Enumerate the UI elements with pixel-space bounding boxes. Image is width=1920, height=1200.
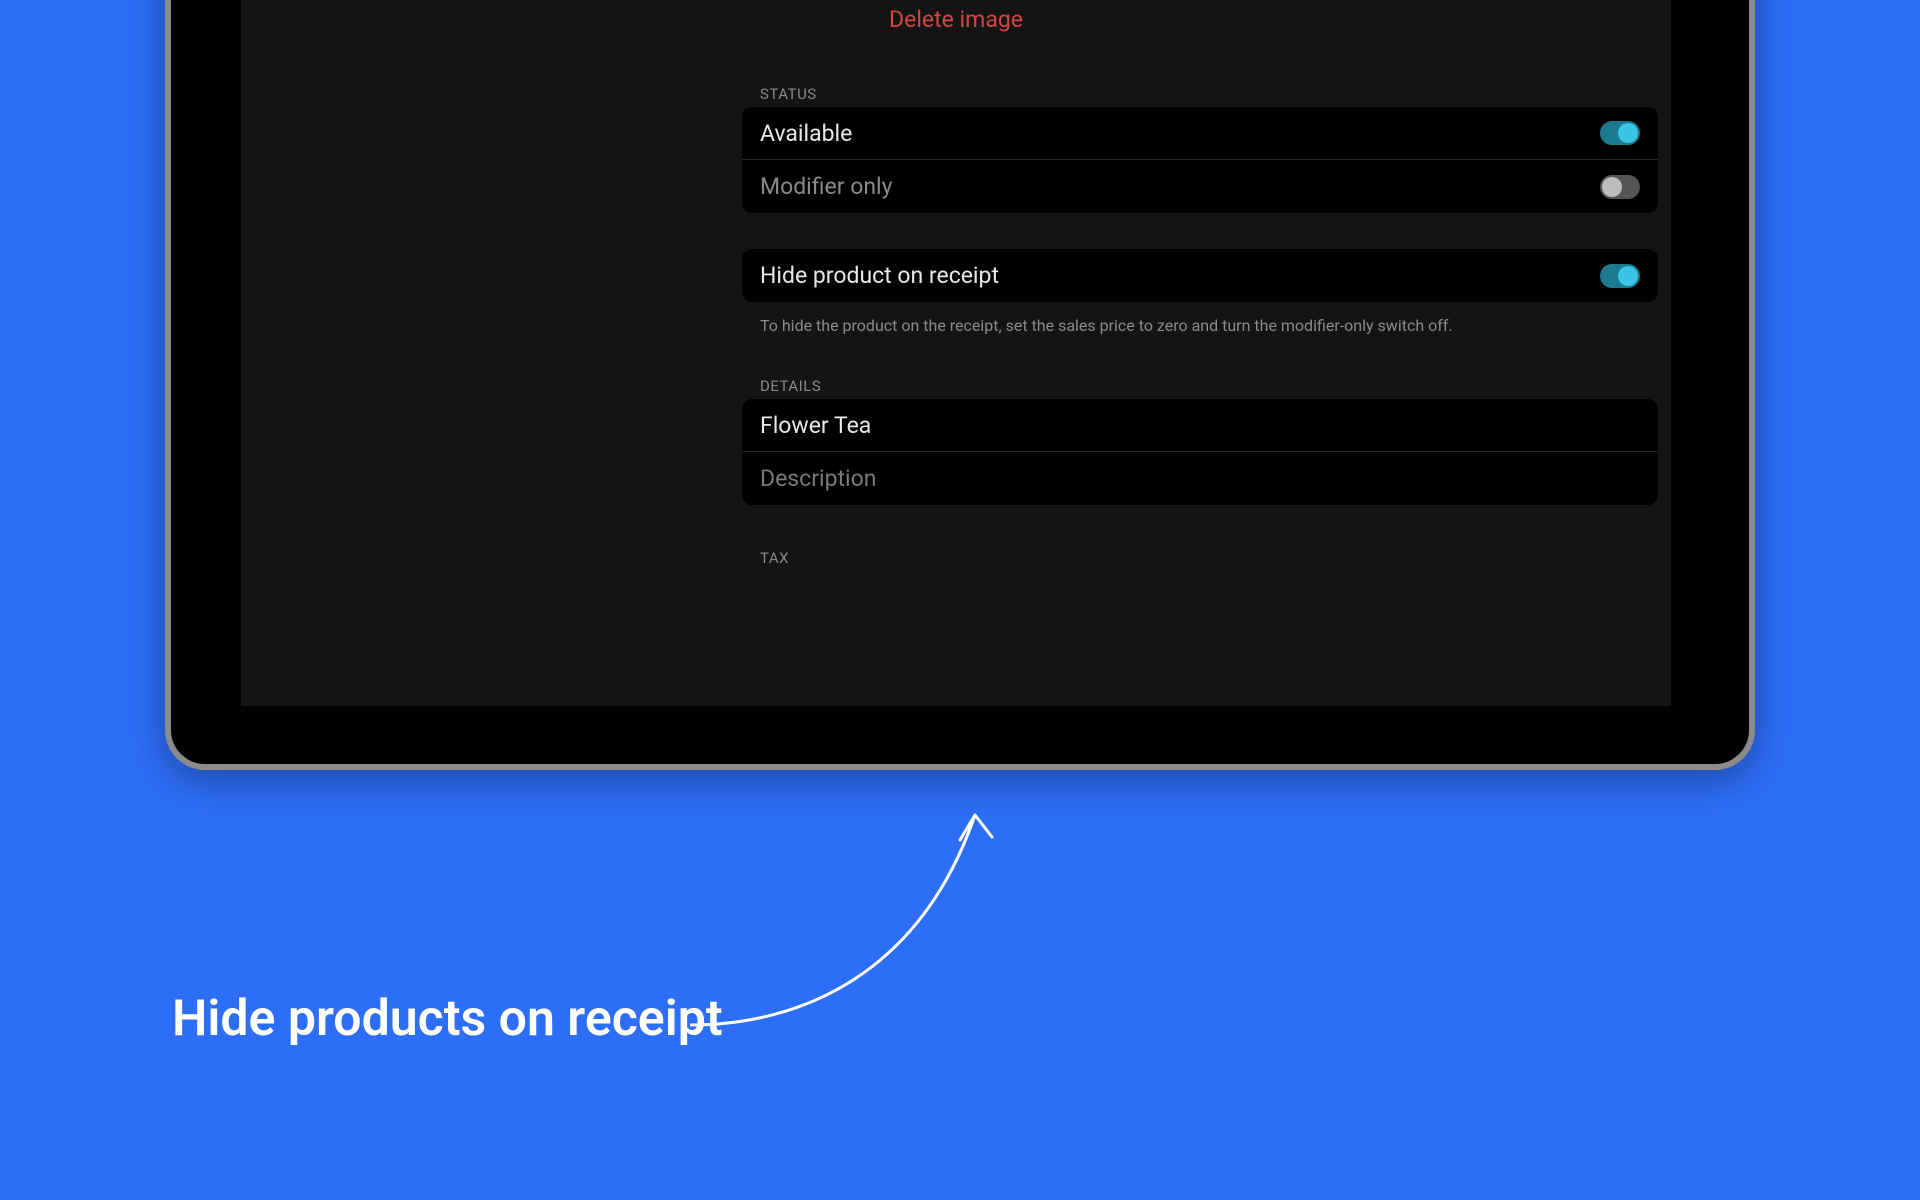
- image-actions: Replace image Delete image: [241, 0, 1671, 33]
- available-row: Available: [742, 107, 1658, 160]
- hide-receipt-row: Hide product on receipt: [742, 249, 1658, 302]
- product-description-row: [742, 452, 1658, 505]
- hide-receipt-label: Hide product on receipt: [760, 262, 1600, 289]
- tablet-frame: Replace image Delete image STATUS Availa…: [165, 0, 1755, 770]
- details-group: [742, 399, 1658, 505]
- toggle-knob: [1618, 123, 1638, 143]
- modifier-only-label: Modifier only: [760, 173, 1600, 200]
- product-name-input[interactable]: [760, 412, 1640, 439]
- callout-arrow-icon: [680, 795, 1020, 1045]
- tax-section-label: TAX: [760, 549, 789, 567]
- toggle-knob: [1618, 266, 1638, 286]
- delete-image-link[interactable]: Delete image: [241, 6, 1671, 33]
- product-description-input[interactable]: [760, 465, 1640, 492]
- hide-receipt-toggle[interactable]: [1600, 264, 1640, 288]
- hide-receipt-helper: To hide the product on the receipt, set …: [760, 316, 1453, 335]
- toggle-knob: [1602, 177, 1622, 197]
- modifier-only-toggle[interactable]: [1600, 175, 1640, 199]
- details-section-label: DETAILS: [760, 377, 821, 395]
- available-toggle[interactable]: [1600, 121, 1640, 145]
- hide-receipt-group: Hide product on receipt: [742, 249, 1658, 302]
- available-label: Available: [760, 120, 1600, 147]
- status-section-label: STATUS: [760, 85, 817, 103]
- product-name-row: [742, 399, 1658, 452]
- modifier-only-row: Modifier only: [742, 160, 1658, 213]
- callout-text: Hide products on receipt: [172, 990, 723, 1048]
- app-screen: Replace image Delete image STATUS Availa…: [241, 0, 1671, 706]
- status-group: Available Modifier only: [742, 107, 1658, 213]
